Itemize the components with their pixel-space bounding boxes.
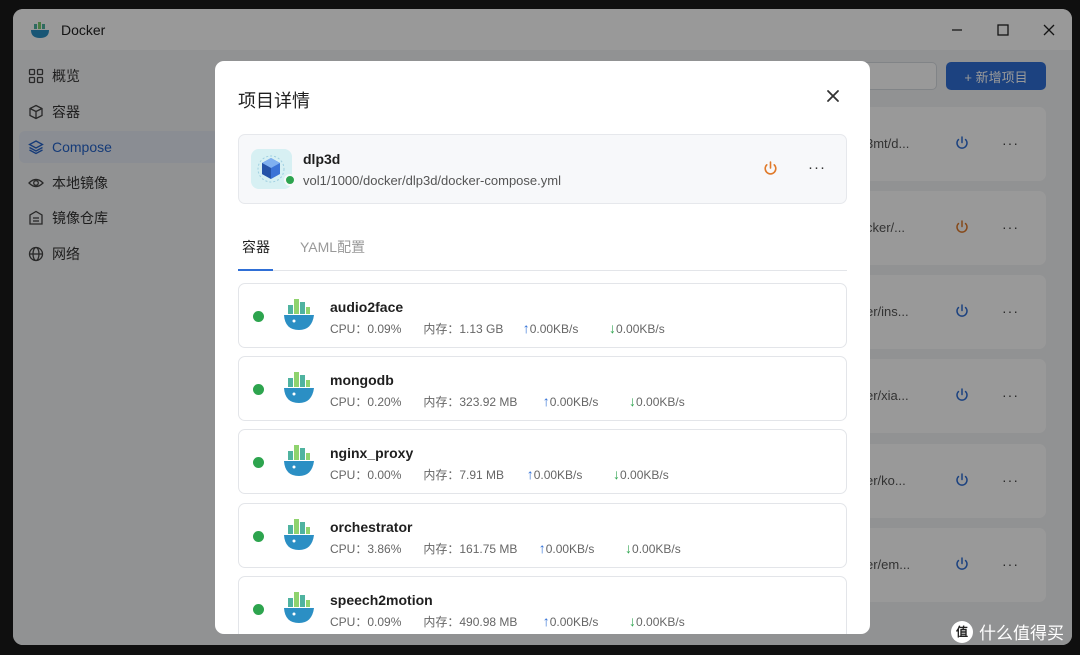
memory-usage: 内存：161.75 MB (423, 542, 518, 556)
download-arrow-icon: ↓ (609, 320, 617, 336)
upload-rate: 0.00KB/s (549, 395, 599, 409)
docker-whale-icon (284, 519, 314, 550)
watermark-logo-icon: 值 (951, 620, 973, 643)
memory-usage: 内存：490.98 MB (423, 615, 518, 629)
download-rate: 0.00KB/s (620, 468, 669, 482)
container-name: audio2face (330, 299, 404, 315)
container-name: mongodb (330, 372, 394, 388)
cpu-usage: CPU：0.20% (330, 395, 402, 409)
upload-arrow-icon: ↑ (526, 466, 534, 482)
status-dot (253, 531, 264, 542)
cpu-usage: CPU：3.86% (330, 542, 402, 556)
upload-arrow-icon: ↑ (542, 393, 550, 409)
upload-rate: 0.00KB/s (529, 322, 579, 336)
download-rate: 0.00KB/s (636, 615, 685, 629)
container-row[interactable]: nginx_proxy CPU：0.00% 内存：7.91 MB ↑0.00KB… (238, 429, 847, 494)
dialog-title: 项目详情 (238, 91, 310, 111)
container-stats: CPU：0.20% 内存：323.92 MB ↑0.00KB/s ↓0.00KB… (330, 393, 685, 410)
watermark-text: 什么值得买 (979, 624, 1064, 643)
container-row[interactable]: audio2face CPU：0.09% 内存：1.13 GB ↑0.00KB/… (238, 283, 847, 348)
active-tab-indicator (238, 269, 273, 271)
upload-arrow-icon: ↑ (522, 320, 530, 336)
cpu-usage: CPU：0.00% (330, 468, 402, 482)
project-details-dialog: 项目详情 dlp3d vol1/1000/docker/dlp3d/docker… (215, 61, 870, 634)
project-summary-card: dlp3d vol1/1000/docker/dlp3d/docker-comp… (238, 134, 847, 204)
status-dot (253, 311, 264, 322)
project-name: dlp3d (303, 151, 341, 167)
memory-usage: 内存：323.92 MB (423, 395, 518, 409)
docker-whale-icon (284, 372, 314, 403)
upload-arrow-icon: ↑ (542, 613, 550, 629)
upload-arrow-icon: ↑ (538, 540, 546, 556)
watermark: 值 什么值得买 (951, 619, 1064, 644)
container-stats: CPU：0.09% 内存：490.98 MB ↑0.00KB/s ↓0.00KB… (330, 613, 685, 630)
container-row[interactable]: mongodb CPU：0.20% 内存：323.92 MB ↑0.00KB/s… (238, 356, 847, 421)
container-name: orchestrator (330, 519, 413, 535)
download-arrow-icon: ↓ (629, 613, 637, 629)
download-arrow-icon: ↓ (613, 466, 621, 482)
cpu-usage: CPU：0.09% (330, 322, 402, 336)
status-dot (253, 457, 264, 468)
container-stats: CPU：3.86% 内存：161.75 MB ↑0.00KB/s ↓0.00KB… (330, 540, 681, 557)
cpu-usage: CPU：0.09% (330, 615, 402, 629)
download-arrow-icon: ↓ (625, 540, 633, 556)
docker-whale-icon (284, 299, 314, 330)
container-row[interactable]: orchestrator CPU：3.86% 内存：161.75 MB ↑0.0… (238, 503, 847, 568)
download-rate: 0.00KB/s (636, 395, 685, 409)
container-row[interactable]: speech2motion CPU：0.09% 内存：490.98 MB ↑0.… (238, 576, 847, 634)
status-dot (284, 174, 296, 186)
status-dot (253, 384, 264, 395)
upload-rate: 0.00KB/s (533, 468, 583, 482)
container-name: nginx_proxy (330, 445, 414, 461)
tab-yaml-config[interactable]: YAML配置 (300, 237, 365, 257)
memory-usage: 内存：7.91 MB (423, 468, 505, 482)
status-dot (253, 604, 264, 615)
upload-rate: 0.00KB/s (545, 542, 595, 556)
memory-usage: 内存：1.13 GB (423, 322, 504, 336)
tab-containers[interactable]: 容器 (242, 237, 270, 257)
download-rate: 0.00KB/s (632, 542, 681, 556)
close-icon[interactable] (825, 88, 841, 104)
container-name: speech2motion (330, 592, 433, 608)
container-stats: CPU：0.00% 内存：7.91 MB ↑0.00KB/s ↓0.00KB/s (330, 466, 669, 483)
download-arrow-icon: ↓ (629, 393, 637, 409)
tab-bar: 容器 YAML配置 (238, 235, 847, 271)
docker-whale-icon (284, 592, 314, 623)
power-icon[interactable] (762, 160, 779, 177)
more-icon[interactable]: ··· (808, 159, 826, 176)
project-path: vol1/1000/docker/dlp3d/docker-compose.ym… (303, 173, 561, 188)
container-stats: CPU：0.09% 内存：1.13 GB ↑0.00KB/s ↓0.00KB/s (330, 320, 665, 337)
docker-whale-icon (284, 445, 314, 476)
download-rate: 0.00KB/s (616, 322, 665, 336)
upload-rate: 0.00KB/s (549, 615, 599, 629)
